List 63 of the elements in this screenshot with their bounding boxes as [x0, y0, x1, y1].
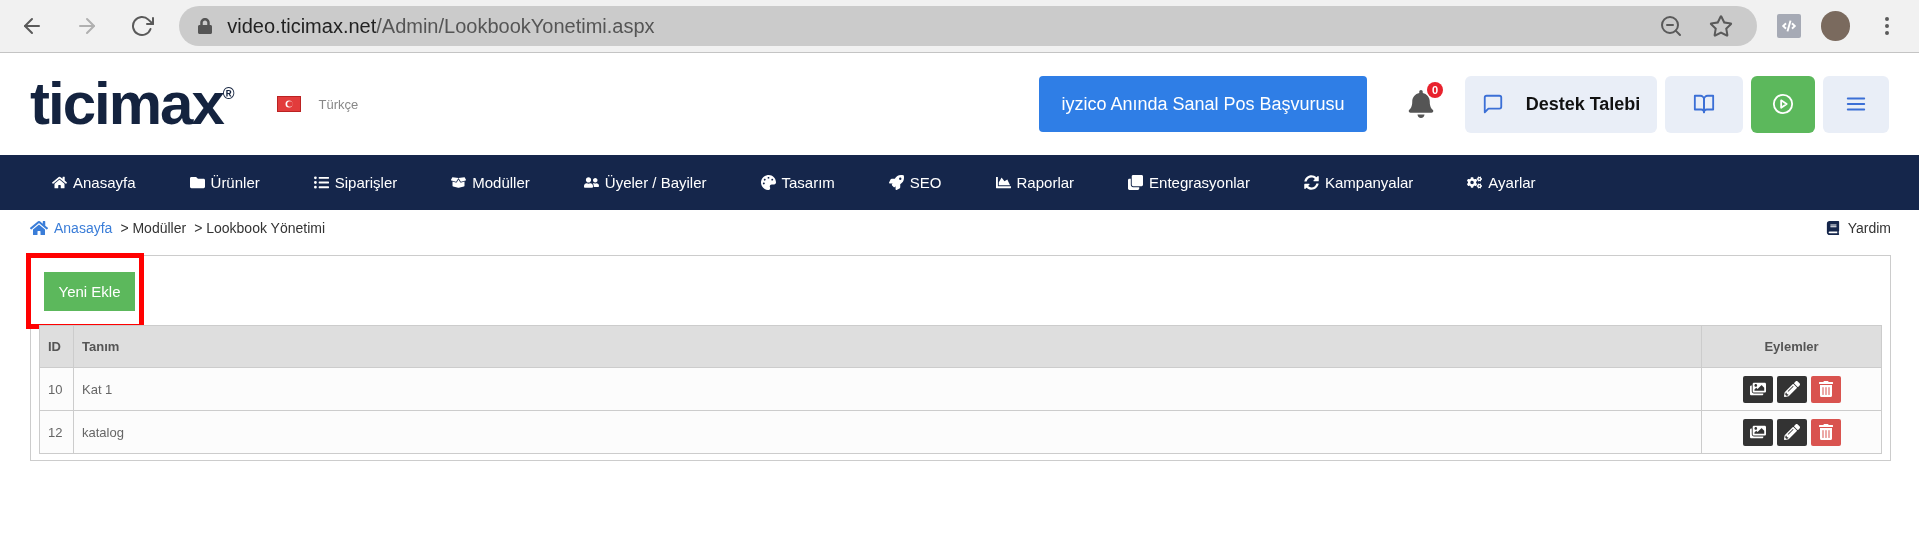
- book-icon: [1693, 93, 1715, 115]
- notification-badge: 0: [1427, 82, 1443, 98]
- nav-item[interactable]: Ayarlar: [1467, 174, 1536, 191]
- images-button[interactable]: [1742, 375, 1773, 403]
- chat-plus-icon: [1481, 93, 1504, 115]
- avatar[interactable]: [1820, 11, 1850, 41]
- nav-item[interactable]: Modüller: [451, 174, 530, 191]
- pencil-icon: [1783, 424, 1800, 440]
- nav-item[interactable]: Tasarım: [760, 174, 835, 191]
- breadcrumb-item: > Modüller: [120, 220, 187, 236]
- folder-icon: [189, 175, 205, 190]
- nav-item[interactable]: Üyeler / Bayiler: [583, 174, 707, 191]
- pencil-icon: [1783, 381, 1800, 397]
- trash-icon: [1817, 424, 1834, 440]
- lock-icon: [197, 18, 214, 34]
- nav-item[interactable]: Ürünler: [189, 174, 260, 191]
- breadcrumb-item: > Lookbook Yönetimi: [194, 220, 326, 236]
- play-icon: [1772, 93, 1794, 115]
- rocket-icon: [888, 175, 904, 190]
- logo[interactable]: ticimax®: [30, 74, 235, 134]
- table-cell: 10: [39, 367, 74, 411]
- nav-item[interactable]: Entegrasyonlar: [1128, 174, 1250, 191]
- address-bar[interactable]: video.ticimax.net/Admin/LookbookYonetimi.aspx: [179, 6, 1758, 46]
- palette-icon: [760, 175, 776, 190]
- gears-icon: [1467, 175, 1483, 190]
- column-header: Tanım: [73, 325, 1702, 368]
- book-icon: [1825, 221, 1840, 235]
- breadcrumb-home-link[interactable]: Anasayfa: [30, 219, 113, 237]
- flag-icon[interactable]: [276, 96, 301, 112]
- nav-item[interactable]: Siparişler: [313, 174, 398, 191]
- table-cell: 12: [39, 410, 74, 454]
- list-icon: [313, 175, 329, 190]
- play-button[interactable]: [1751, 75, 1815, 133]
- layers-icon: [1128, 175, 1144, 190]
- chart-icon: [995, 175, 1011, 190]
- users-icon: [583, 175, 599, 190]
- help-link[interactable]: Yardim: [1847, 220, 1891, 236]
- box-icon: [451, 175, 467, 190]
- nav-item[interactable]: Anasayfa: [52, 174, 136, 191]
- edit-button[interactable]: [1776, 418, 1807, 446]
- language-label[interactable]: Türkçe: [318, 96, 359, 112]
- house-icon: [30, 219, 48, 237]
- column-header: Eylemler: [1701, 325, 1882, 368]
- nav-item[interactable]: Raporlar: [995, 174, 1075, 191]
- support-button[interactable]: Destek Talebi: [1465, 75, 1657, 133]
- images-icon: [1749, 424, 1766, 440]
- url-text: video.ticimax.net/Admin/LookbookYonetimi.aspx: [227, 14, 655, 38]
- house-icon: [52, 175, 67, 190]
- images-icon: [1749, 381, 1766, 397]
- nav-item[interactable]: Kampanyalar: [1303, 174, 1414, 191]
- delete-button[interactable]: [1810, 418, 1841, 446]
- support-label: Destek Talebi: [1525, 93, 1641, 115]
- promo-button[interactable]: iyzico Anında Sanal Pos Başvurusu: [1039, 76, 1367, 132]
- delete-button[interactable]: [1810, 375, 1841, 403]
- nav-item[interactable]: SEO: [888, 174, 942, 191]
- column-header: ID: [39, 325, 74, 368]
- arrows-icon: [1303, 175, 1319, 190]
- edit-button[interactable]: [1776, 375, 1807, 403]
- book-button[interactable]: [1665, 75, 1743, 133]
- trash-icon: [1817, 381, 1834, 397]
- images-button[interactable]: [1742, 418, 1773, 446]
- table-cell: Kat 1: [73, 367, 1702, 411]
- table-cell: katalog: [73, 410, 1702, 454]
